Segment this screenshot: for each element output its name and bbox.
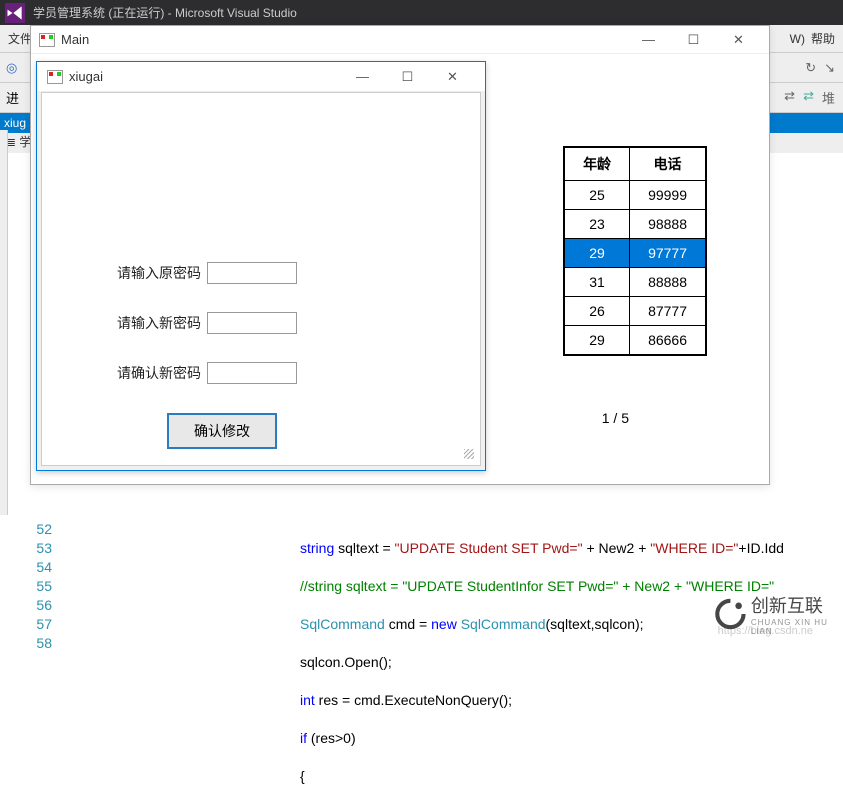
xiugai-title: xiugai: [69, 69, 103, 84]
form-icon: [47, 70, 63, 84]
confirm-button[interactable]: 确认修改: [167, 413, 277, 449]
table-row[interactable]: 2599999: [564, 181, 706, 210]
maximize-button[interactable]: ☐: [385, 63, 430, 91]
minimize-button[interactable]: —: [626, 26, 671, 54]
table-row[interactable]: 2687777: [564, 297, 706, 326]
menu-window[interactable]: W): [790, 32, 805, 46]
side-separator: [0, 130, 8, 515]
swap-icon[interactable]: [784, 88, 795, 107]
vs-titlebar: 学员管理系统 (正在运行) - Microsoft Visual Studio: [0, 0, 843, 25]
main-titlebar[interactable]: Main — ☐ ✕: [31, 26, 769, 54]
toolbar-build[interactable]: 进: [6, 88, 19, 107]
old-pwd-label: 请输入原密码: [117, 263, 201, 283]
table-row[interactable]: 2986666: [564, 326, 706, 356]
swap-icon-2[interactable]: [803, 88, 814, 107]
refresh-icon[interactable]: [805, 60, 816, 76]
confirm-pwd-input[interactable]: [207, 362, 297, 384]
resize-grip[interactable]: [464, 449, 474, 459]
table-row[interactable]: 3188888: [564, 268, 706, 297]
vs-logo-icon: [5, 3, 25, 23]
confirm-pwd-label: 请确认新密码: [117, 363, 201, 383]
col-age[interactable]: 年龄: [564, 147, 630, 181]
toolbar-icon[interactable]: ◎: [6, 60, 17, 76]
minimize-button[interactable]: —: [340, 63, 385, 91]
close-button[interactable]: ✕: [716, 26, 761, 54]
toolbar-stack[interactable]: 堆: [822, 88, 835, 107]
logo: 创新互联 CHUANG XIN HU LIAN: [714, 586, 839, 641]
menu-help[interactable]: 帮助: [811, 30, 835, 47]
code-gutter: 52 53 54 55 56 57 58: [32, 520, 52, 653]
arrow-icon[interactable]: [824, 60, 835, 76]
tab-file[interactable]: xiug: [4, 116, 26, 130]
form-icon: [39, 33, 55, 47]
main-title: Main: [61, 32, 89, 47]
new-pwd-input[interactable]: [207, 312, 297, 334]
table-row[interactable]: 2997777: [564, 239, 706, 268]
pager: 1 / 5: [602, 410, 629, 426]
xiugai-titlebar[interactable]: xiugai — ☐ ✕: [37, 62, 485, 92]
xiugai-window: xiugai — ☐ ✕ 请输入原密码 请输入新密码 请确认新密码 确认修改: [36, 61, 486, 471]
vs-title: 学员管理系统 (正在运行) - Microsoft Visual Studio: [33, 4, 297, 21]
col-phone[interactable]: 电话: [630, 147, 706, 181]
close-button[interactable]: ✕: [430, 63, 475, 91]
code-area[interactable]: string sqltext = "UPDATE Student SET Pwd…: [300, 520, 784, 805]
maximize-button[interactable]: ☐: [671, 26, 716, 54]
data-table[interactable]: 年龄 电话 2599999239888829977773188888268777…: [563, 146, 707, 356]
new-pwd-label: 请输入新密码: [117, 313, 201, 333]
old-pwd-input[interactable]: [207, 262, 297, 284]
table-row[interactable]: 2398888: [564, 210, 706, 239]
